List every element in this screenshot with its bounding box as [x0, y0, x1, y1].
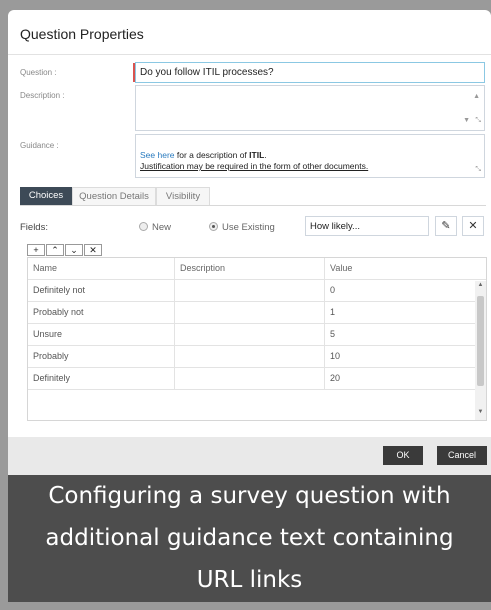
scroll-up-icon[interactable]: ▲ — [475, 282, 486, 288]
scroll-up-icon[interactable]: ▲ — [473, 92, 480, 102]
table-row[interactable]: Definitely not 0 — [28, 280, 486, 302]
cell-description[interactable] — [175, 346, 325, 367]
radio-new[interactable]: New — [139, 222, 171, 233]
resize-handle-icon[interactable]: ⤡ — [475, 116, 481, 126]
guidance-link[interactable]: See here — [140, 150, 175, 160]
description-label: Description : — [20, 91, 65, 100]
cell-value[interactable]: 5 — [325, 324, 475, 345]
table-header: Name Description Value — [28, 258, 486, 280]
chevron-up-icon: ⌃ — [51, 245, 59, 255]
caption-line-1: Configuring a survey question with — [48, 483, 451, 509]
dialog-title: Question Properties — [20, 26, 144, 42]
cell-value[interactable]: 0 — [325, 280, 475, 301]
guidance-text-line2: Justification may be required in the for… — [140, 161, 369, 171]
resize-handle-icon[interactable]: ⤡ — [475, 165, 481, 175]
radio-new-label: New — [152, 222, 172, 233]
dialog-footer: OK Cancel — [8, 437, 491, 475]
scroll-down-icon[interactable]: ▼ — [463, 116, 470, 126]
tab-divider — [20, 205, 486, 206]
table-row[interactable]: Unsure 5 — [28, 324, 486, 346]
radio-use-existing-label: Use Existing — [222, 222, 275, 233]
guidance-editor[interactable]: See here for a description of ITIL. Just… — [135, 134, 485, 178]
cell-name[interactable]: Probably not — [28, 302, 175, 323]
tab-visibility[interactable]: Visibility — [156, 187, 210, 205]
cell-name[interactable]: Unsure — [28, 324, 175, 345]
table-row[interactable]: Probably not 1 — [28, 302, 486, 324]
tab-question-details[interactable]: Question Details — [72, 187, 156, 205]
fields-label: Fields: — [20, 222, 48, 233]
pencil-icon: ✎ — [441, 220, 451, 232]
scrollbar-thumb[interactable] — [477, 296, 484, 386]
cell-description[interactable] — [175, 280, 325, 301]
chevron-down-icon: ⌄ — [70, 245, 78, 255]
guidance-text-1: for a description of — [174, 150, 250, 160]
cell-description[interactable] — [175, 324, 325, 345]
tab-choices[interactable]: Choices — [20, 187, 72, 205]
column-header-description[interactable]: Description — [175, 258, 325, 279]
guidance-bold-term: ITIL — [249, 150, 265, 160]
table-scrollbar[interactable]: ▲ ▼ — [475, 281, 486, 420]
table-row[interactable]: Definitely 20 — [28, 368, 486, 390]
caption-line-3: URL links — [196, 567, 303, 593]
cancel-button[interactable]: Cancel — [437, 446, 487, 465]
clear-field-button[interactable]: ✕ — [462, 216, 484, 236]
table-row[interactable]: Probably 10 — [28, 346, 486, 368]
cell-value[interactable]: 10 — [325, 346, 475, 367]
choices-table: Name Description Value Definitely not 0 … — [27, 257, 487, 421]
scroll-down-icon[interactable]: ▼ — [475, 409, 486, 415]
add-row-button[interactable]: + — [27, 244, 45, 256]
caption-banner: Configuring a survey question with addit… — [8, 475, 491, 602]
cell-name[interactable]: Definitely — [28, 368, 175, 389]
guidance-text: See here for a description of ITIL. Just… — [140, 150, 368, 172]
cell-name[interactable]: Definitely not — [28, 280, 175, 301]
column-header-value[interactable]: Value — [325, 258, 475, 279]
radio-new-indicator[interactable] — [139, 222, 148, 231]
close-icon: ✕ — [89, 245, 97, 255]
question-input[interactable] — [135, 62, 485, 83]
radio-use-existing-indicator[interactable] — [209, 222, 218, 231]
move-down-button[interactable]: ⌄ — [65, 244, 83, 256]
question-label: Question : — [20, 68, 57, 77]
guidance-label: Guidance : — [20, 141, 59, 150]
move-up-button[interactable]: ⌃ — [46, 244, 64, 256]
edit-field-button[interactable]: ✎ — [435, 216, 457, 236]
cell-description[interactable] — [175, 368, 325, 389]
title-divider — [8, 54, 491, 55]
cell-description[interactable] — [175, 302, 325, 323]
ok-button[interactable]: OK — [383, 446, 423, 465]
caption-line-2: additional guidance text containing — [45, 525, 454, 551]
column-header-name[interactable]: Name — [28, 258, 175, 279]
existing-field-select[interactable]: How likely... — [305, 216, 429, 236]
radio-use-existing[interactable]: Use Existing — [209, 222, 275, 233]
cell-value[interactable]: 1 — [325, 302, 475, 323]
question-properties-dialog: Question Properties Question : Descripti… — [8, 10, 491, 602]
description-textarea[interactable]: ▲ ▼ ⤡ — [135, 85, 485, 131]
close-icon: ✕ — [468, 220, 478, 232]
remove-row-button[interactable]: ✕ — [84, 244, 102, 256]
cell-name[interactable]: Probably — [28, 346, 175, 367]
plus-icon: + — [33, 245, 39, 255]
cell-value[interactable]: 20 — [325, 368, 475, 389]
guidance-text-2: . — [264, 150, 267, 160]
